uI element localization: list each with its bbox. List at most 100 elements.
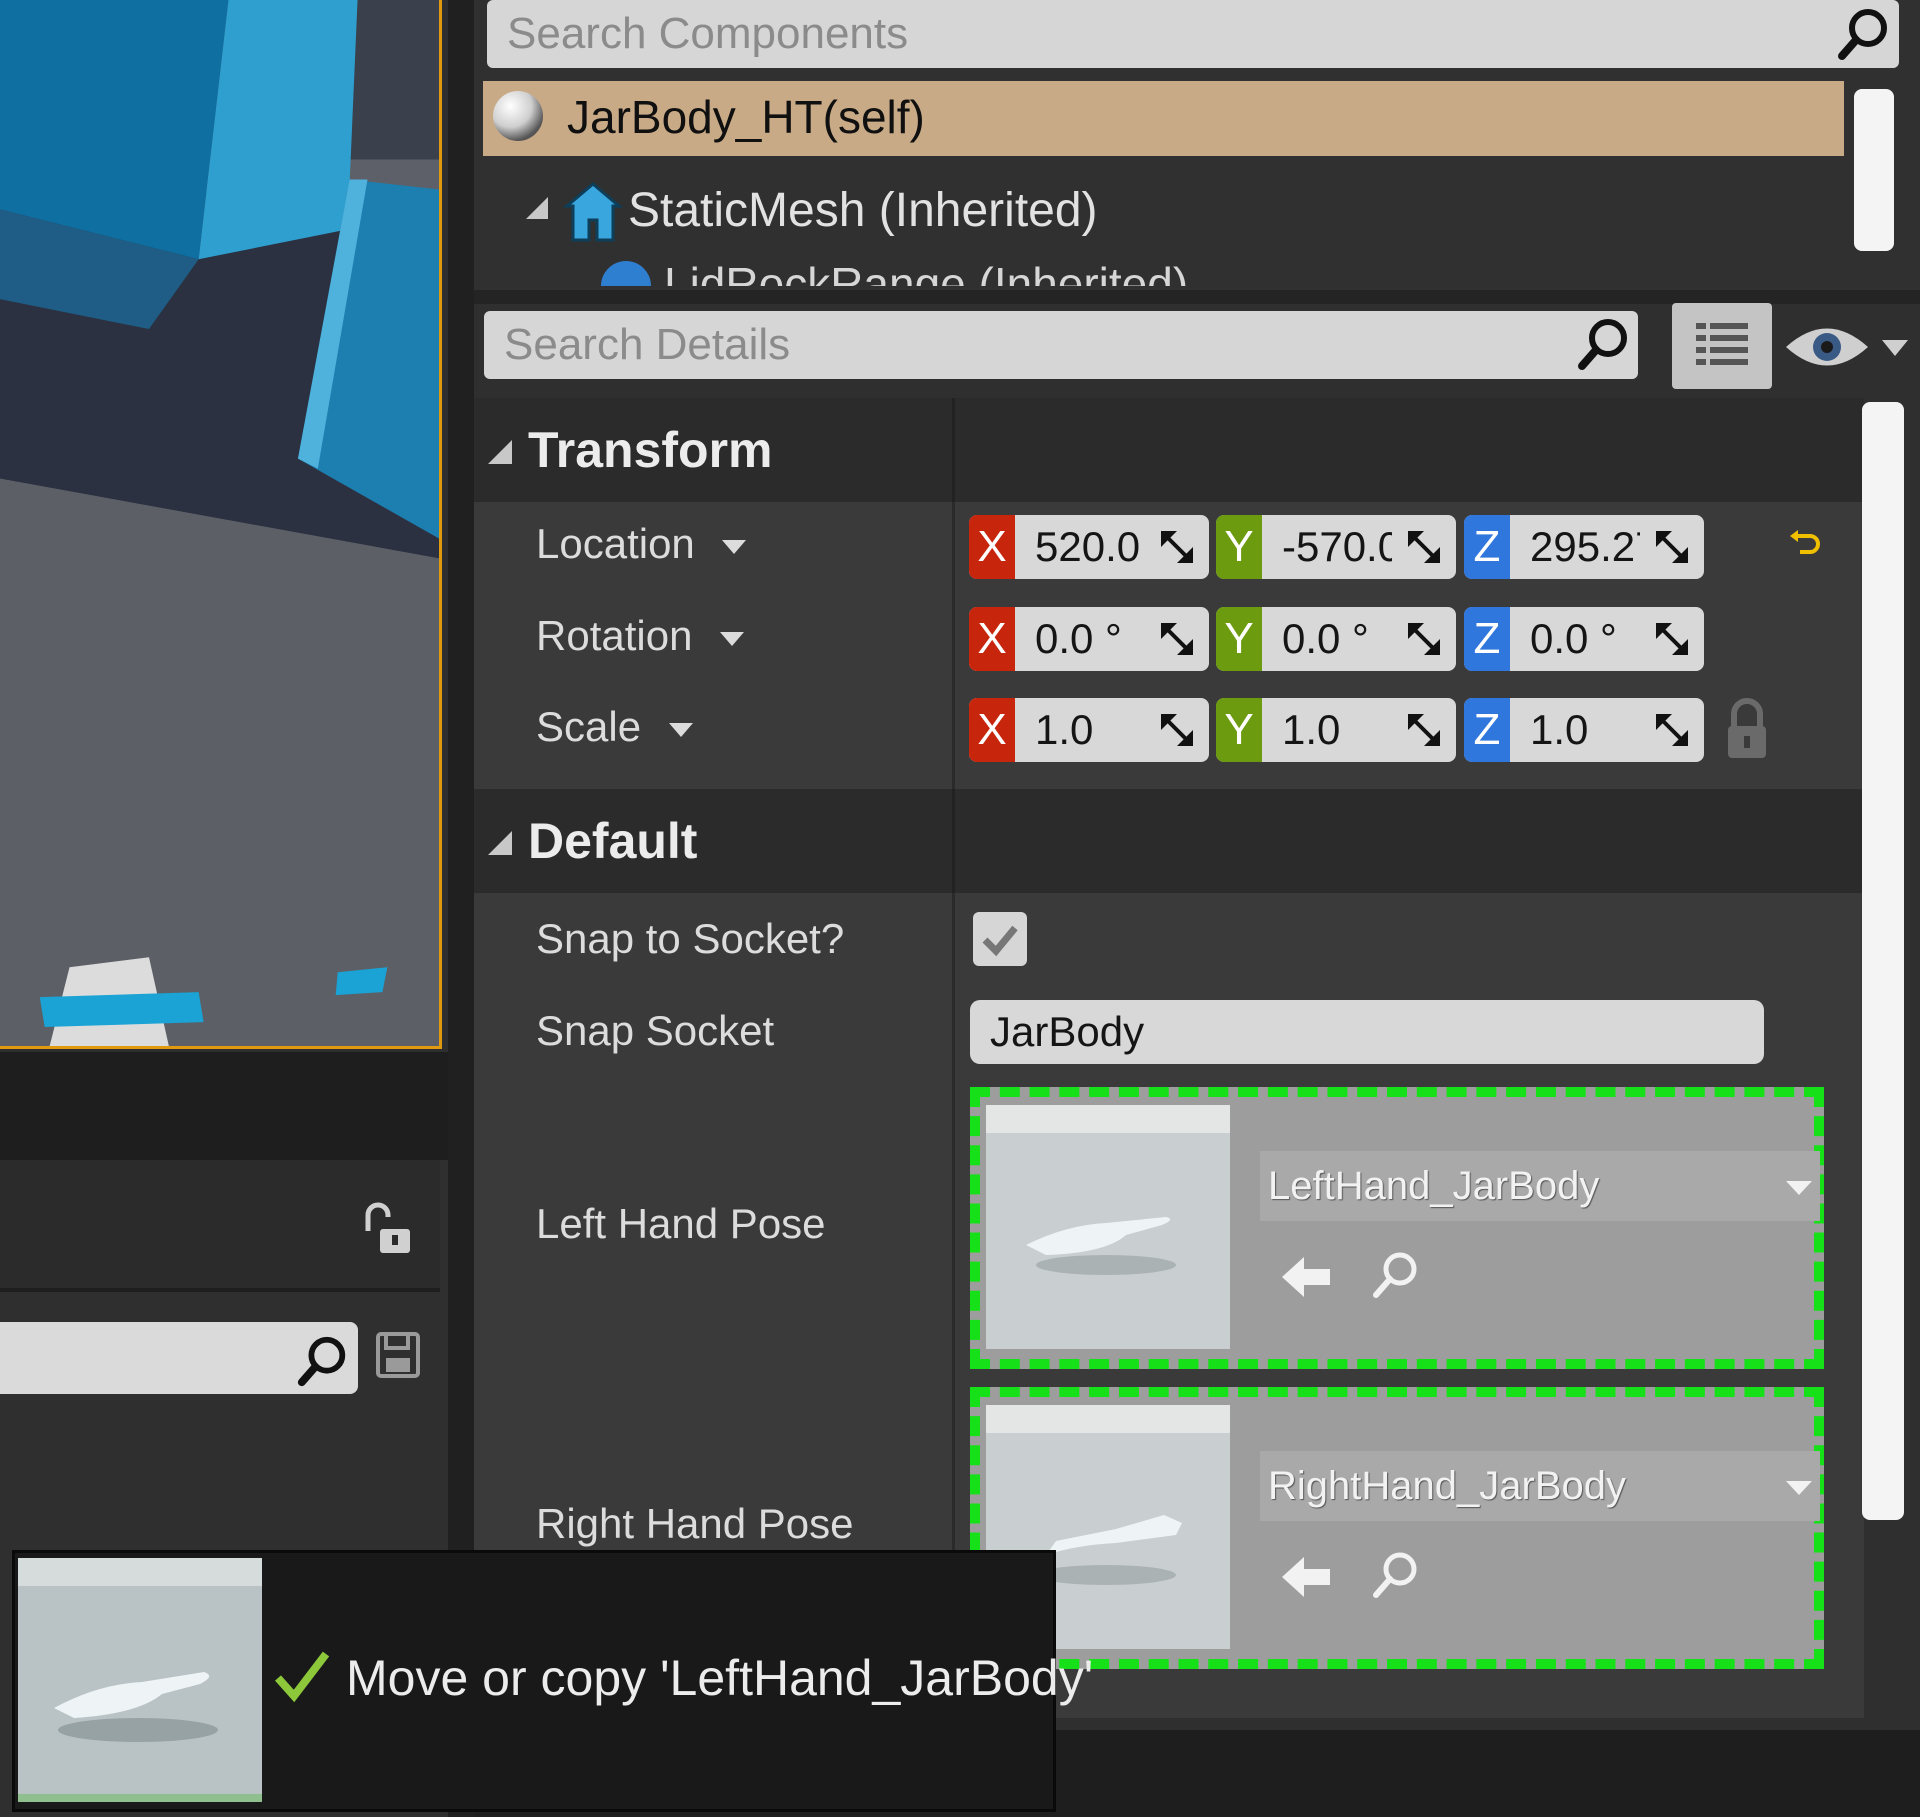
scale-label[interactable]: Scale <box>536 697 695 757</box>
spin-arrows-icon[interactable] <box>1406 621 1442 657</box>
chevron-down-icon[interactable] <box>1784 1479 1814 1497</box>
left-hand-pose-combo[interactable]: LeftHand_JarBody <box>1260 1151 1820 1221</box>
collapse-triangle-icon[interactable] <box>486 829 514 857</box>
dragged-asset-thumbnail <box>18 1558 262 1802</box>
static-mesh-icon <box>562 180 624 244</box>
rotation-y-field[interactable]: Y 0.0 ° <box>1216 607 1456 671</box>
component-row-static-mesh[interactable]: StaticMesh (Inherited) <box>628 176 1098 246</box>
component-row-label: LidRockRange (Inherited) <box>664 258 1189 286</box>
spin-arrows-icon[interactable] <box>1654 712 1690 748</box>
hand-thumbnail-image <box>18 1558 262 1802</box>
panel-splitter[interactable] <box>448 0 474 1817</box>
details-scrollbar[interactable] <box>1862 402 1904 1520</box>
expand-triangle-icon[interactable] <box>522 193 552 223</box>
details-search-input[interactable]: Search Details <box>484 311 1638 379</box>
category-title: Default <box>528 813 698 869</box>
components-scrollbar[interactable] <box>1854 89 1894 251</box>
grid-view-icon <box>1696 323 1748 365</box>
spin-arrows-icon[interactable] <box>1654 529 1690 565</box>
unlock-icon[interactable] <box>358 1201 416 1259</box>
rotation-z-field[interactable]: Z 0.0 ° <box>1464 607 1704 671</box>
browse-icon[interactable] <box>1370 1549 1422 1601</box>
scale-x-field[interactable]: X 1.0 <box>969 698 1209 762</box>
checkmark-icon <box>982 925 1018 957</box>
left-hand-pose-thumbnail[interactable] <box>986 1105 1230 1349</box>
snap-to-socket-label: Snap to Socket? <box>536 915 845 962</box>
right-hand-pose-combo[interactable]: RightHand_JarBody <box>1260 1451 1820 1521</box>
axis-y-label: Y <box>1216 515 1262 579</box>
panel-separator[interactable] <box>474 290 1920 304</box>
right-hand-pose-value: RightHand_JarBody <box>1268 1464 1626 1508</box>
axis-y-label: Y <box>1216 607 1262 671</box>
axis-y-label: Y <box>1216 698 1262 762</box>
rotation-label[interactable]: Rotation <box>536 606 746 666</box>
snap-socket-label: Snap Socket <box>536 1007 775 1054</box>
level-viewport[interactable] <box>0 0 442 1049</box>
column-splitter[interactable] <box>952 398 955 1718</box>
right-hand-pose-label: Right Hand Pose <box>536 1500 854 1547</box>
chevron-down-icon[interactable] <box>1784 1179 1814 1197</box>
spin-arrows-icon[interactable] <box>1159 712 1195 748</box>
scale-label-text: Scale <box>536 703 642 750</box>
category-title: Transform <box>528 422 773 478</box>
snap-socket-input[interactable]: JarBody <box>970 1000 1764 1064</box>
spin-arrows-icon[interactable] <box>1406 529 1442 565</box>
browse-icon[interactable] <box>1370 1249 1422 1301</box>
rotation-y-value: 0.0 ° <box>1282 615 1369 662</box>
hand-thumbnail-image <box>986 1105 1230 1349</box>
rotation-x-value: 0.0 ° <box>1035 615 1122 662</box>
component-row-self[interactable]: JarBody_HT(self) <box>483 81 1844 156</box>
category-default[interactable]: Default <box>474 789 1864 893</box>
chevron-down-icon[interactable] <box>1880 338 1910 358</box>
back-arrow-icon[interactable] <box>1280 1255 1332 1299</box>
category-column-divider <box>952 789 955 893</box>
search-icon[interactable] <box>1574 314 1634 374</box>
search-icon[interactable] <box>1834 4 1894 64</box>
left-hand-pose-value: LeftHand_JarBody <box>1268 1164 1600 1208</box>
axis-x-label: X <box>969 607 1015 671</box>
eye-icon[interactable] <box>1782 318 1872 376</box>
spin-arrows-icon[interactable] <box>1654 621 1690 657</box>
location-x-value: 520.0 <box>1035 523 1141 570</box>
location-y-field[interactable]: Y -570.0 <box>1216 515 1456 579</box>
spin-arrows-icon[interactable] <box>1159 529 1195 565</box>
left-panel-tab-strip <box>0 1052 448 1160</box>
category-column-divider <box>952 398 955 502</box>
chevron-down-icon[interactable] <box>718 630 746 648</box>
axis-z-label: Z <box>1464 698 1510 762</box>
sphere-icon <box>601 261 651 286</box>
drag-tooltip-text: Move or copy 'LeftHand_JarBody' <box>346 1650 1094 1706</box>
location-label[interactable]: Location <box>536 514 748 574</box>
left-hand-pose-drop-target[interactable]: LeftHand_JarBody <box>970 1087 1824 1369</box>
scale-y-field[interactable]: Y 1.0 <box>1216 698 1456 762</box>
axis-z-label: Z <box>1464 607 1510 671</box>
spin-arrows-icon[interactable] <box>1159 621 1195 657</box>
location-z-field[interactable]: Z 295.27 <box>1464 515 1704 579</box>
component-row-clipped[interactable]: LidRockRange (Inherited) <box>590 252 1410 286</box>
collapse-triangle-icon[interactable] <box>486 438 514 466</box>
rotation-label-text: Rotation <box>536 612 693 659</box>
left-hand-pose-label: Left Hand Pose <box>536 1200 826 1247</box>
axis-x-label: X <box>969 515 1015 579</box>
reset-to-default-icon[interactable] <box>1788 528 1822 562</box>
scale-x-value: 1.0 <box>1035 706 1094 753</box>
spin-arrows-icon[interactable] <box>1406 712 1442 748</box>
search-icon[interactable] <box>294 1332 352 1390</box>
property-matrix-button[interactable] <box>1672 303 1772 389</box>
location-z-value: 295.27 <box>1530 523 1640 570</box>
back-arrow-icon[interactable] <box>1280 1555 1332 1599</box>
right-hand-pose-drop-target[interactable]: RightHand_JarBody <box>970 1387 1824 1669</box>
rotation-x-field[interactable]: X 0.0 ° <box>969 607 1209 671</box>
scale-z-field[interactable]: Z 1.0 <box>1464 698 1704 762</box>
chevron-down-icon[interactable] <box>720 538 748 556</box>
location-x-field[interactable]: X 520.0 <box>969 515 1209 579</box>
components-search-input[interactable]: Search Components <box>487 0 1899 68</box>
lock-icon[interactable] <box>1724 696 1770 762</box>
checkmark-icon <box>272 1648 332 1704</box>
category-transform[interactable]: Transform <box>474 398 1864 502</box>
chevron-down-icon[interactable] <box>667 721 695 739</box>
location-label-text: Location <box>536 520 695 567</box>
snap-to-socket-checkbox[interactable] <box>973 912 1027 966</box>
save-icon[interactable] <box>374 1330 422 1380</box>
axis-z-label: Z <box>1464 515 1510 579</box>
